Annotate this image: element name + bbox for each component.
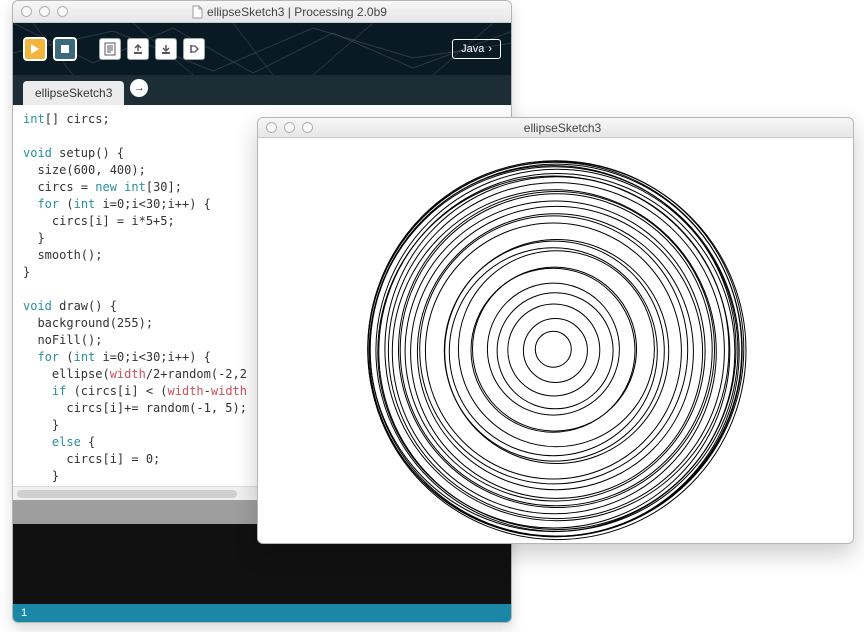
output-titlebar: ellipseSketch3 xyxy=(258,118,853,138)
editor-titlebar: ellipseSketch3 | Processing 2.0b9 xyxy=(13,1,511,23)
sketch-canvas xyxy=(258,138,853,543)
open-button[interactable] xyxy=(127,38,149,60)
minimize-traffic-light[interactable] xyxy=(39,6,50,17)
open-icon xyxy=(132,43,144,55)
stop-button[interactable] xyxy=(53,37,77,61)
ellipse-drawing xyxy=(258,138,853,543)
window-title-text: ellipseSketch3 | Processing 2.0b9 xyxy=(207,5,387,19)
play-icon xyxy=(30,44,40,54)
tab-row: ellipseSketch3 → xyxy=(13,75,511,105)
new-file-icon xyxy=(104,42,116,56)
close-traffic-light[interactable] xyxy=(21,6,32,17)
sketch-output-window: ellipseSketch3 xyxy=(257,117,854,544)
output-window-title: ellipseSketch3 xyxy=(280,121,845,135)
tab-ellipsesketch3[interactable]: ellipseSketch3 xyxy=(23,81,124,105)
zoom-traffic-light[interactable] xyxy=(57,6,68,17)
scrollbar-thumb[interactable] xyxy=(17,490,237,498)
window-title: ellipseSketch3 | Processing 2.0b9 xyxy=(75,5,503,19)
arrow-right-icon: → xyxy=(134,82,145,94)
chevron-right-icon: › xyxy=(488,43,492,55)
stop-icon xyxy=(61,45,69,53)
mode-label: Java xyxy=(461,43,484,55)
file-icon xyxy=(191,5,203,19)
save-button[interactable] xyxy=(155,38,177,60)
save-icon xyxy=(160,43,172,55)
mode-selector[interactable]: Java › xyxy=(452,39,501,59)
export-icon xyxy=(188,43,200,55)
tab-menu-button[interactable]: → xyxy=(130,79,148,97)
line-number: 1 xyxy=(21,607,27,619)
toolbar: Java › xyxy=(13,23,511,75)
run-button[interactable] xyxy=(23,37,47,61)
status-bar: 1 xyxy=(13,604,511,622)
export-button[interactable] xyxy=(183,38,205,60)
new-button[interactable] xyxy=(99,38,121,60)
close-traffic-light[interactable] xyxy=(266,122,277,133)
